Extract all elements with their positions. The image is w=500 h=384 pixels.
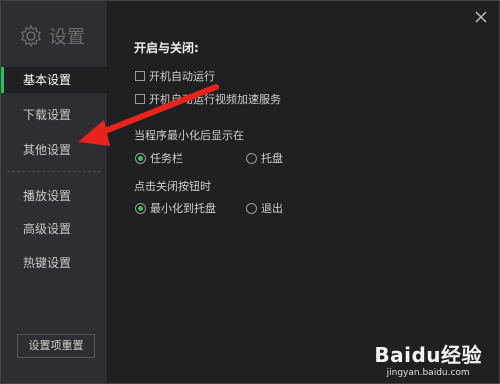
close-minimize-radio[interactable] (135, 202, 146, 214)
settings-panel: 开启与关闭: 开机自动运行 开机自动运行视频加速服务 当程序最小化后显示在 任务… (108, 1, 499, 383)
autostart-checkbox-row[interactable]: 开机自动运行 (135, 68, 215, 84)
section-title: 开启与关闭: (134, 41, 199, 55)
minimize-tray-radio[interactable] (246, 152, 257, 164)
sidebar: 设置 基本设置 下载设置 其他设置 播放设置 高级设置 热键设置 设置项重置 (1, 1, 108, 383)
watermark-url: jingyan.baidu.com (386, 368, 470, 378)
autostart-label: 开机自动运行 (149, 70, 215, 83)
reset-settings-button[interactable]: 设置项重置 (17, 334, 95, 358)
close-exit-radio[interactable] (246, 202, 257, 214)
autostart-accel-checkbox-row[interactable]: 开机自动运行视频加速服务 (135, 91, 281, 107)
close-minimize-radio-row[interactable]: 最小化到托盘 (135, 200, 216, 216)
minimize-tray-radio-row[interactable]: 托盘 (246, 150, 283, 166)
settings-title: 设置 (49, 27, 85, 48)
gear-icon (21, 24, 41, 48)
sidebar-item-other[interactable]: 其他设置 (1, 137, 107, 163)
minimize-group-label: 当程序最小化后显示在 (134, 129, 244, 142)
close-minimize-label: 最小化到托盘 (150, 202, 216, 215)
minimize-taskbar-radio[interactable] (135, 152, 146, 164)
watermark-brand-text: Baidu经验 (374, 343, 482, 367)
settings-header: 设置 (19, 23, 85, 49)
sidebar-item-hotkeys[interactable]: 热键设置 (1, 250, 107, 276)
sidebar-item-basic[interactable]: 基本设置 (1, 67, 107, 93)
autostart-accel-checkbox[interactable] (135, 94, 145, 104)
close-icon[interactable] (473, 9, 489, 25)
baidu-watermark: Baidu经验 jingyan.baidu.com (374, 339, 482, 378)
minimize-taskbar-label: 任务栏 (150, 152, 183, 165)
sidebar-item-download[interactable]: 下载设置 (1, 102, 107, 128)
sidebar-item-playback[interactable]: 播放设置 (1, 183, 107, 209)
autostart-checkbox[interactable] (135, 71, 145, 81)
sidebar-divider (7, 171, 101, 172)
autostart-accel-label: 开机自动运行视频加速服务 (149, 93, 281, 106)
close-group-label: 点击关闭按钮时 (134, 180, 211, 193)
watermark-brand: Baidu经验 (374, 339, 482, 368)
minimize-tray-label: 托盘 (261, 152, 283, 165)
sidebar-item-advanced[interactable]: 高级设置 (1, 216, 107, 242)
minimize-taskbar-radio-row[interactable]: 任务栏 (135, 150, 183, 166)
close-exit-label: 退出 (261, 202, 283, 215)
close-exit-radio-row[interactable]: 退出 (246, 200, 283, 216)
